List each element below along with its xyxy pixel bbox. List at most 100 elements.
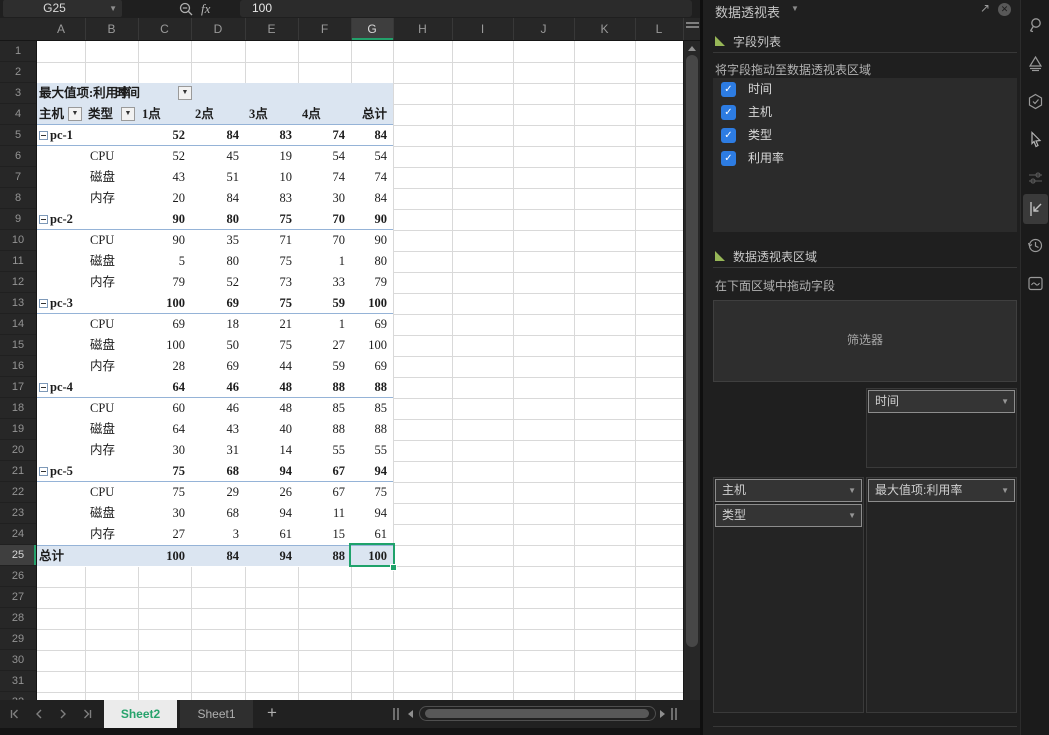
pivot-host-value-cell[interactable]: 100: [138, 293, 191, 313]
column-header-C[interactable]: C: [138, 18, 191, 40]
rows-field-select-1[interactable]: 主机 ▼: [715, 479, 862, 502]
scrollbar-resize-handle-left[interactable]: [393, 708, 399, 720]
name-box[interactable]: G25 ▼: [3, 0, 122, 17]
pivot-value-cell[interactable]: 80: [191, 251, 245, 271]
pivot-value-cell[interactable]: 100: [138, 335, 191, 355]
pivot-table[interactable]: 最大值项:利用率时间▼主机▼类型▼1点2点3点4点总计pc-1528483748…: [37, 83, 393, 567]
pivot-value-cell[interactable]: 75: [245, 251, 298, 271]
pivot-value-cell[interactable]: 75: [245, 335, 298, 355]
pivot-host-value-cell[interactable]: 83: [245, 125, 298, 145]
pivot-value-cell[interactable]: 21: [245, 314, 298, 334]
pivot-detail-row[interactable]: 内存3031145555: [37, 440, 393, 461]
pivot-value-cell[interactable]: 26: [245, 482, 298, 502]
pivot-value-cell[interactable]: 1: [298, 251, 351, 271]
pivot-value-cell[interactable]: 61: [351, 524, 393, 544]
previous-sheet-icon[interactable]: [32, 707, 46, 721]
pivot-detail-row[interactable]: 内存2869445969: [37, 356, 393, 377]
column-header-F[interactable]: F: [298, 18, 351, 40]
filter-dropdown-icon[interactable]: ▼: [178, 86, 192, 100]
pivot-value-cell[interactable]: 51: [191, 167, 245, 187]
column-header-L[interactable]: L: [635, 18, 683, 40]
pivot-host-value-cell[interactable]: 84: [191, 125, 245, 145]
pivot-host-value-cell[interactable]: 100: [351, 293, 393, 313]
pivot-value-cell[interactable]: 60: [138, 398, 191, 418]
row-header-30[interactable]: 30: [0, 650, 36, 671]
pivot-host-row[interactable]: pc-57568946794: [37, 461, 393, 482]
pivot-host-value-cell[interactable]: 46: [191, 377, 245, 397]
pivot-value-cell[interactable]: 44: [245, 356, 298, 376]
pivot-value-cell[interactable]: 14: [245, 440, 298, 460]
scroll-up-icon[interactable]: [688, 46, 696, 51]
pivot-detail-row[interactable]: 内存273611561: [37, 524, 393, 545]
row-header-13[interactable]: 13: [0, 293, 36, 314]
pivot-value-cell[interactable]: 85: [351, 398, 393, 418]
pivot-host-value-cell[interactable]: 90: [351, 209, 393, 229]
pivot-value-cell[interactable]: 71: [245, 230, 298, 250]
filter-dropdown-icon[interactable]: ▼: [121, 107, 135, 121]
pivot-value-cell[interactable]: 3: [191, 524, 245, 544]
pivot-detail-row[interactable]: 磁盘58075180: [37, 251, 393, 272]
row-header-24[interactable]: 24: [0, 524, 36, 545]
row-header-5[interactable]: 5: [0, 125, 36, 146]
pivot-value-cell[interactable]: 94: [245, 503, 298, 523]
chart-pane-icon[interactable]: [1026, 274, 1045, 293]
pivot-grand-total-cell[interactable]: 88: [298, 546, 351, 566]
scroll-left-icon[interactable]: [408, 710, 413, 718]
pivot-detail-row[interactable]: CPU6046488585: [37, 398, 393, 419]
pivot-value-cell[interactable]: 52: [191, 272, 245, 292]
values-area[interactable]: 最大值项:利用率 ▼: [866, 477, 1017, 713]
row-header-14[interactable]: 14: [0, 314, 36, 335]
row-header-11[interactable]: 11: [0, 251, 36, 272]
pivot-host-value-cell[interactable]: 69: [191, 293, 245, 313]
row-header-15[interactable]: 15: [0, 335, 36, 356]
pivot-value-cell[interactable]: 90: [351, 230, 393, 250]
column-header-E[interactable]: E: [245, 18, 298, 40]
pivot-host-value-cell[interactable]: 48: [245, 377, 298, 397]
pivot-grand-total-cell[interactable]: 100: [138, 546, 191, 566]
pivot-host-value-cell[interactable]: 84: [351, 125, 393, 145]
pivot-value-cell[interactable]: 19: [245, 146, 298, 166]
filter-dropdown-icon[interactable]: ▼: [68, 107, 82, 121]
column-header-D[interactable]: D: [191, 18, 245, 40]
checkbox-checked-icon[interactable]: ✓: [721, 128, 736, 143]
pivot-value-cell[interactable]: 30: [138, 440, 191, 460]
checkbox-checked-icon[interactable]: ✓: [721, 105, 736, 120]
column-header-I[interactable]: I: [452, 18, 513, 40]
pivot-value-cell[interactable]: 15: [298, 524, 351, 544]
row-header-21[interactable]: 21: [0, 461, 36, 482]
pivot-value-cell[interactable]: 80: [351, 251, 393, 271]
next-sheet-icon[interactable]: [56, 707, 70, 721]
pivot-value-cell[interactable]: 83: [245, 188, 298, 208]
panel-close-icon[interactable]: ✕: [998, 3, 1011, 16]
pivot-value-cell[interactable]: 74: [351, 167, 393, 187]
row-header-9[interactable]: 9: [0, 209, 36, 230]
row-header-26[interactable]: 26: [0, 566, 36, 587]
column-header-J[interactable]: J: [513, 18, 574, 40]
row-header-25[interactable]: 25: [0, 545, 36, 566]
pivot-value-cell[interactable]: 88: [298, 419, 351, 439]
row-header-29[interactable]: 29: [0, 629, 36, 650]
pivot-value-cell[interactable]: 40: [245, 419, 298, 439]
pivot-value-cell[interactable]: 10: [245, 167, 298, 187]
column-header-A[interactable]: A: [37, 18, 85, 40]
pivot-value-cell[interactable]: 69: [138, 314, 191, 334]
pivot-host-value-cell[interactable]: 90: [138, 209, 191, 229]
search-icon[interactable]: [178, 1, 194, 17]
pivot-detail-row[interactable]: 磁盘3068941194: [37, 503, 393, 524]
pivot-value-cell[interactable]: 28: [138, 356, 191, 376]
vertical-scrollbar[interactable]: [683, 41, 700, 700]
sliders-icon[interactable]: [1026, 168, 1045, 187]
pivot-value-cell[interactable]: 100: [351, 335, 393, 355]
row-header-12[interactable]: 12: [0, 272, 36, 293]
pivot-host-value-cell[interactable]: 74: [298, 125, 351, 145]
pivot-value-cell[interactable]: 84: [351, 188, 393, 208]
last-sheet-icon[interactable]: [80, 707, 94, 721]
pivot-grand-total-cell[interactable]: 94: [245, 546, 298, 566]
pivot-value-cell[interactable]: 50: [191, 335, 245, 355]
pivot-host-row[interactable]: pc-46446488888: [37, 377, 393, 398]
pivot-value-cell[interactable]: 69: [351, 356, 393, 376]
pivot-host-row[interactable]: pc-15284837484: [37, 125, 393, 146]
stamp-icon[interactable]: [1026, 54, 1045, 73]
pivot-host-value-cell[interactable]: 68: [191, 461, 245, 481]
pivot-value-cell[interactable]: 70: [298, 230, 351, 250]
